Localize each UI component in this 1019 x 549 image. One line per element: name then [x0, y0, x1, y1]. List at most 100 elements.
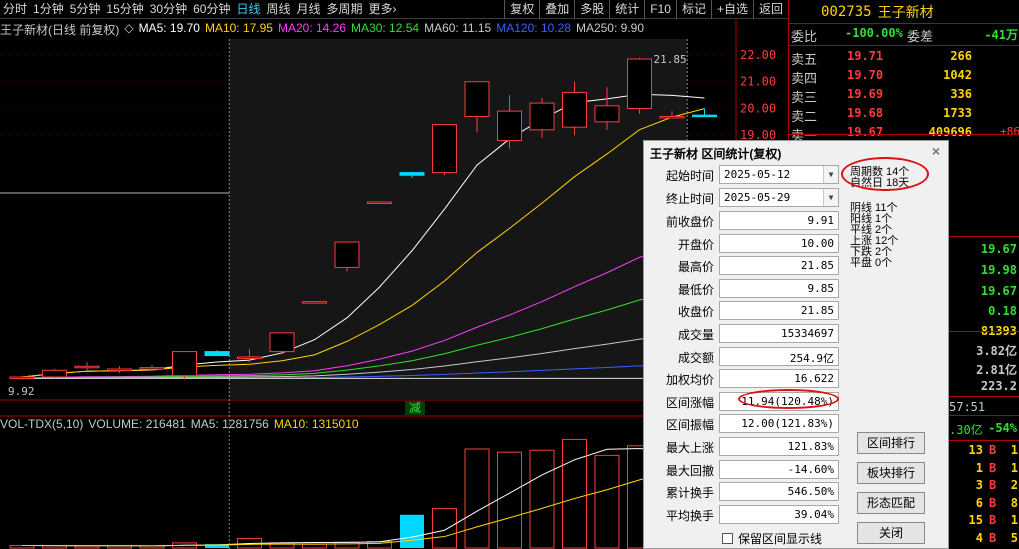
chart-settings-icon[interactable]: ◇: [124, 21, 133, 37]
period-tab-daily[interactable]: 日线: [233, 0, 263, 19]
stat-label: 区间振幅: [665, 418, 714, 433]
overlay-button[interactable]: 叠加: [539, 0, 574, 19]
checkbox-box[interactable]: [722, 533, 733, 544]
chevron-down-icon[interactable]: ▼: [823, 166, 838, 183]
candle-body: [42, 369, 67, 378]
stat-label: 最大上涨: [665, 441, 714, 455]
close-button[interactable]: 关闭: [857, 522, 925, 544]
stat-label: 成交量: [677, 328, 714, 342]
sector-rank-button[interactable]: 板块排行: [857, 462, 925, 484]
end-time-label: 终止时间: [665, 192, 714, 206]
stock-code: 002735: [821, 3, 872, 20]
period-tab-fenshi[interactable]: 分时: [0, 0, 30, 19]
candle-body: [107, 368, 132, 371]
stat-label: 累计换手: [665, 486, 714, 501]
ma-legend-item: MA30: 12.54: [351, 21, 420, 35]
candle-body: [367, 201, 392, 204]
candle-body: [302, 301, 327, 304]
volume-bar: [400, 514, 424, 548]
price-axis-label: 22.00: [740, 48, 776, 62]
period-tab-30min[interactable]: 30分钟: [147, 0, 190, 19]
period-tab-60min[interactable]: 60分钟: [190, 0, 233, 19]
volume-legend: VOL-TDX(5,10) VOLUME: 216481 MA5: 1281756 M…: [0, 417, 369, 433]
candle-body: [529, 102, 555, 131]
period-tab-1min[interactable]: 1分钟: [30, 0, 67, 19]
ask-price: 19.67: [847, 125, 884, 139]
candle-body: [334, 241, 360, 268]
add-watchlist-button[interactable]: +自选: [710, 0, 753, 19]
volume-bar: [464, 448, 490, 549]
annotation-ellipse: [841, 157, 929, 191]
ask-price: 19.68: [847, 106, 884, 120]
tick-side: B: [989, 443, 997, 457]
candle-body: [139, 367, 165, 370]
chevron-down-icon[interactable]: ▼: [823, 189, 838, 206]
candle-body: [399, 172, 425, 176]
ma-legend-item: MA120: 10.28: [496, 21, 571, 35]
stat-value: 21.85: [719, 256, 839, 276]
start-time-label: 起始时间: [665, 169, 714, 183]
fuquan-button[interactable]: 复权: [504, 0, 539, 19]
ask-level-row[interactable]: 卖四 19.70 1042: [789, 67, 1019, 86]
divider: [789, 45, 1019, 46]
ask-level-row[interactable]: 卖二 19.68 1733: [789, 105, 1019, 124]
stat-value: 15334697: [719, 324, 839, 343]
candle-body: [627, 58, 652, 109]
amount-left: .30亿: [949, 423, 983, 437]
ask-volume: 409696: [928, 125, 972, 139]
quote-value: 223.2: [980, 379, 1017, 393]
volume-legend-items: VOL-TDX(5,10) VOLUME: 216481 MA5: 1281756 M…: [0, 417, 364, 433]
f10-button[interactable]: F10: [644, 0, 676, 19]
stat-value: 546.50%: [719, 482, 839, 502]
keep-interval-line-checkbox[interactable]: 保留区间显示线: [722, 530, 822, 547]
close-icon[interactable]: ×: [928, 143, 944, 159]
high-price-label: 21.85: [654, 53, 687, 66]
stat-label: 最大回撤: [665, 463, 714, 478]
marker-label: 减: [409, 401, 421, 415]
ask-volume: 1733: [943, 106, 972, 120]
quote-value: 3.82亿: [976, 344, 1017, 358]
interval-stats-dialog: 王子新材 区间统计(复权) × 起始时间 2025-05-12 ▼ 终止时间 2…: [643, 140, 949, 549]
statistics-button[interactable]: 统计: [609, 0, 644, 19]
checkbox-label: 保留区间显示线: [738, 532, 823, 546]
ask-level-label: 卖四: [791, 71, 818, 86]
quote-value: 19.67: [980, 284, 1017, 298]
period-tab-monthly[interactable]: 月线: [294, 0, 324, 19]
multi-stock-button[interactable]: 多股: [574, 0, 609, 19]
back-button[interactable]: 返回: [752, 0, 788, 19]
tick-volume: 1: [1010, 513, 1018, 527]
candle-body: [269, 332, 295, 353]
period-tab-5min[interactable]: 5分钟: [67, 0, 104, 19]
candle-body: [9, 376, 35, 379]
period-toolbar: 分时 1分钟 5分钟 15分钟 30分钟 60分钟 日线 周线 月线 多周期 更…: [0, 0, 788, 19]
count-stat: 平盘 0个: [850, 257, 893, 269]
volume-bar: [594, 454, 620, 549]
period-tab-15min[interactable]: 15分钟: [103, 0, 146, 19]
ask-level-row[interactable]: 卖三 19.69 336: [789, 86, 1019, 105]
period-tab-weekly[interactable]: 周线: [263, 0, 293, 19]
period-tab-more[interactable]: 更多›: [366, 0, 400, 19]
ask-price: 19.69: [847, 87, 884, 101]
mark-button[interactable]: 标记: [675, 0, 711, 19]
end-date-select[interactable]: 2025-05-29 ▼: [719, 188, 839, 207]
ma-legend-item: MA60: 11.15: [424, 21, 492, 35]
tick-side: B: [989, 530, 997, 545]
ma-legend-item: MA20: 14.26: [277, 21, 347, 35]
candle-body: [74, 365, 100, 369]
pattern-match-button[interactable]: 形态匹配: [857, 492, 925, 514]
tick-side: B: [989, 495, 997, 510]
volume-legend-item: MA10: 1315010: [273, 417, 359, 431]
start-date-select[interactable]: 2025-05-12 ▼: [719, 165, 839, 184]
tick-count: 13: [968, 443, 983, 457]
stat-label: 加权均价: [665, 373, 714, 388]
interval-rank-button[interactable]: 区间排行: [857, 432, 925, 454]
ask-level-row[interactable]: 卖五 19.71 266: [789, 48, 1019, 67]
ask-volume: 336: [950, 87, 972, 101]
stat-value: 21.85: [719, 301, 839, 321]
candle-body: [432, 123, 457, 174]
stat-value: 121.83%: [719, 437, 839, 456]
tick-volume: 2: [1010, 478, 1018, 492]
volume-bar: [334, 541, 360, 549]
quote-value: 2.81亿: [976, 363, 1017, 377]
period-tab-multi[interactable]: 多周期: [324, 0, 366, 19]
